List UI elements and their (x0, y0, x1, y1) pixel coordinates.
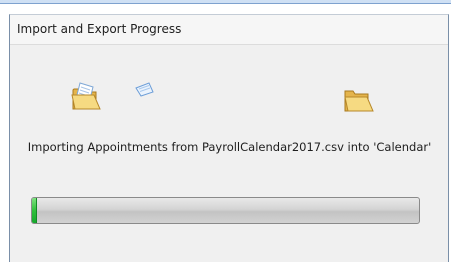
flying-document-icon (134, 81, 156, 97)
open-folder-with-document-icon (70, 81, 104, 113)
import-export-progress-dialog: Import and Export Progress Importing App… (9, 14, 449, 262)
status-message: Importing Appointments from PayrollCalen… (27, 140, 432, 154)
dialog-title: Import and Export Progress (10, 15, 448, 45)
window-frame-edge (0, 0, 451, 4)
open-folder-icon (343, 86, 375, 114)
progress-bar (31, 197, 420, 224)
progress-bar-fill (32, 198, 37, 223)
